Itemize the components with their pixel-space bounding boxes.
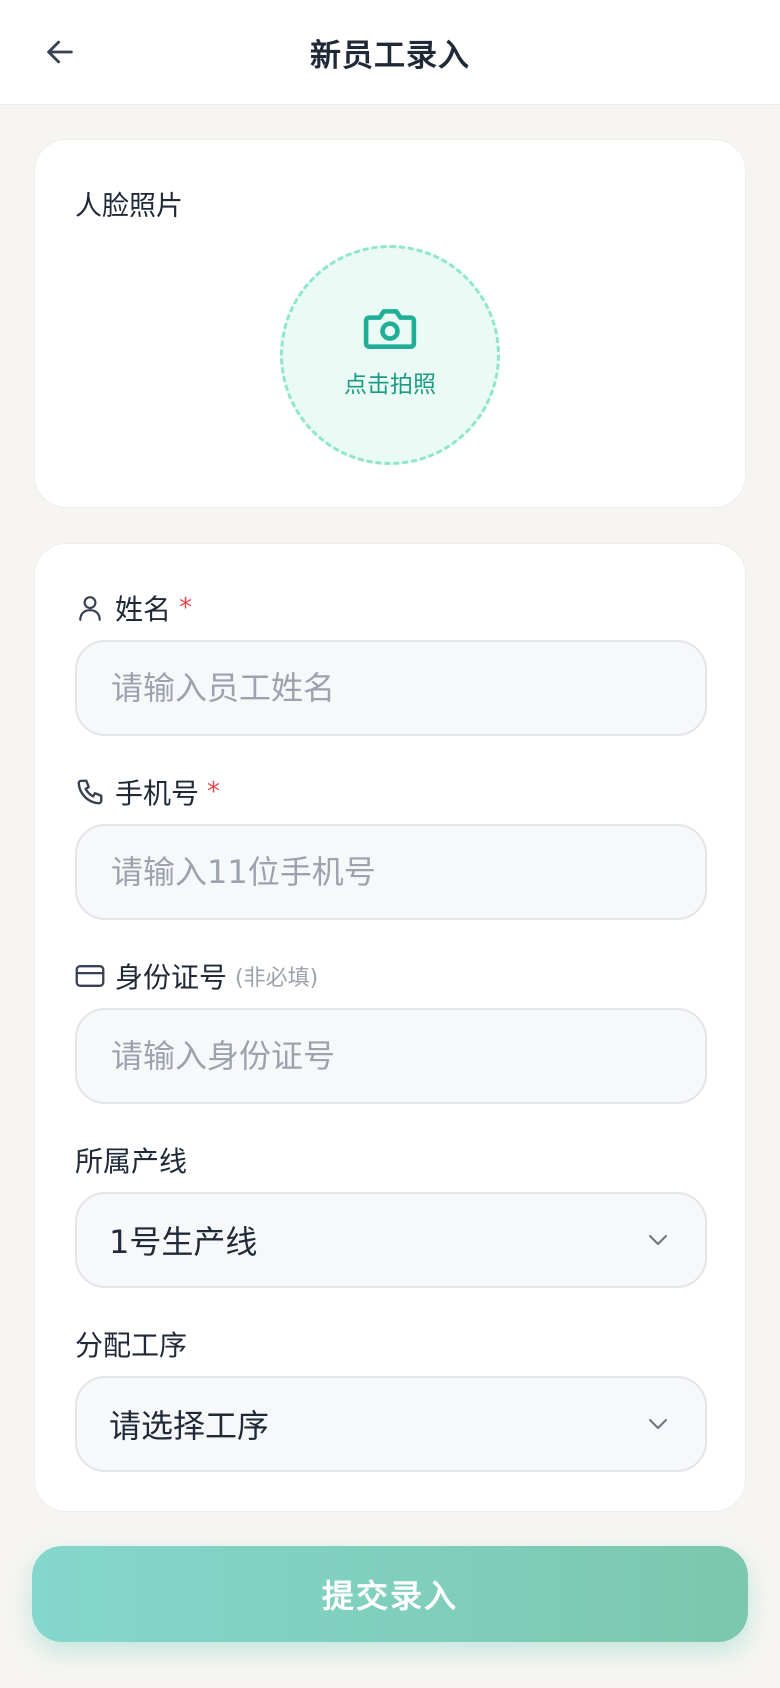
phone-icon xyxy=(75,777,105,807)
phone-label: 手机号 * xyxy=(75,772,220,812)
take-photo-text: 点击拍照 xyxy=(344,372,436,398)
required-marker: * xyxy=(179,593,193,623)
chevron-down-icon xyxy=(643,1225,673,1255)
production-line-value: 1号生产线 xyxy=(109,1223,258,1261)
photo-label: 人脸照片 xyxy=(75,191,183,222)
process-value: 请选择工序 xyxy=(109,1407,270,1445)
arrow-left-icon xyxy=(47,40,73,64)
phone-input[interactable] xyxy=(109,852,673,892)
submit-button[interactable]: 提交录入 xyxy=(32,1546,748,1642)
id-card-input[interactable] xyxy=(109,1036,673,1076)
chevron-down-icon xyxy=(643,1409,673,1439)
id-card-input-box[interactable] xyxy=(75,1008,707,1104)
photo-card: 人脸照片 点击拍照 xyxy=(34,139,746,508)
phone-label-text: 手机号 xyxy=(115,777,200,810)
name-input-box[interactable] xyxy=(75,640,707,736)
production-line-label-text: 所属产线 xyxy=(75,1145,188,1178)
optional-hint: (非必填) xyxy=(235,966,319,991)
id-card-label-text: 身份证号 xyxy=(115,961,228,994)
production-line-label: 所属产线 xyxy=(75,1140,187,1180)
name-input[interactable] xyxy=(109,668,673,708)
phone-input-box[interactable] xyxy=(75,824,707,920)
camera-icon xyxy=(363,309,417,349)
take-photo-button[interactable]: 点击拍照 xyxy=(280,245,500,465)
process-select[interactable]: 请选择工序 xyxy=(75,1376,707,1472)
name-label-text: 姓名 xyxy=(115,593,172,626)
id-card-icon xyxy=(75,961,105,991)
id-card-label: 身份证号 (非必填) xyxy=(75,956,318,996)
process-label: 分配工序 xyxy=(75,1324,187,1364)
page-title: 新员工录入 xyxy=(310,37,470,74)
user-icon xyxy=(75,593,105,623)
form-card: 姓名 * 手机号 * 身份证号 (非必填) 所属产线 1号生产线 xyxy=(34,543,746,1512)
process-label-text: 分配工序 xyxy=(75,1329,188,1362)
top-bar: 新员工录入 xyxy=(0,0,780,105)
back-button[interactable] xyxy=(38,30,82,74)
required-marker: * xyxy=(207,777,221,807)
production-line-select[interactable]: 1号生产线 xyxy=(75,1192,707,1288)
name-label: 姓名 * xyxy=(75,588,192,628)
